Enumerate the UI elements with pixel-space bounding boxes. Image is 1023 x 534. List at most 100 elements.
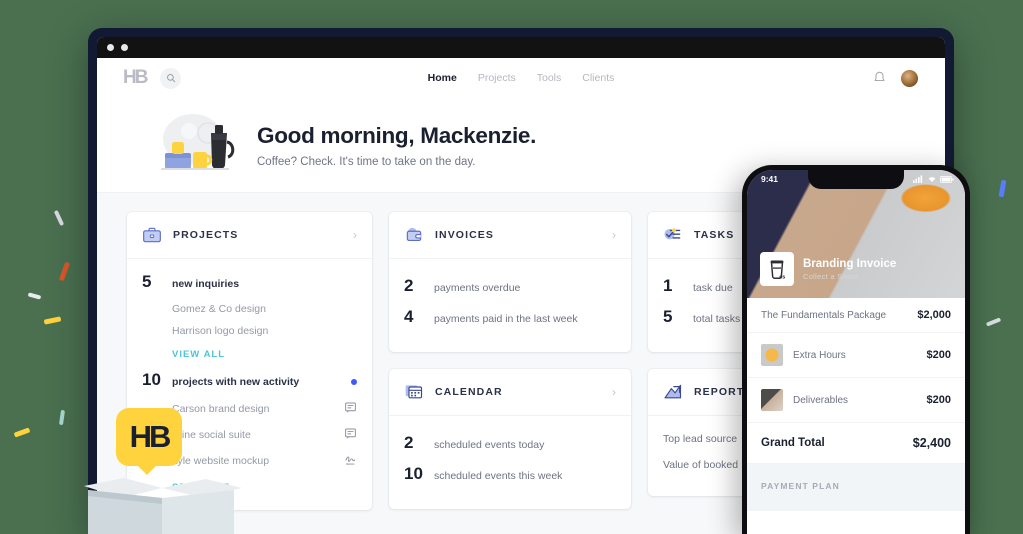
confetti-piece	[58, 261, 71, 282]
nav-item-projects[interactable]: Projects	[478, 72, 516, 84]
invoice-line-item[interactable]: Deliverables $200	[747, 378, 965, 423]
invoice-title-group: Branding Invoice Collect a Share	[803, 258, 896, 281]
stat-row: 4 payments paid in the last week	[404, 307, 616, 327]
stat-label: payments paid in the last week	[434, 313, 578, 325]
invoice-grand-total: Grand Total $2,400	[747, 423, 965, 464]
svg-text:cs: cs	[779, 275, 785, 280]
confetti-piece	[43, 316, 62, 325]
stat-value: 10	[142, 370, 161, 389]
stat-value: 2	[404, 276, 414, 295]
nav-item-home[interactable]: Home	[428, 72, 457, 84]
card-tasks-title: TASKS	[694, 229, 735, 241]
box-illustration: HB	[66, 408, 256, 534]
card-invoices-title: INVOICES	[435, 229, 494, 241]
invoice-subtitle: Collect a Share	[803, 271, 859, 281]
bell-icon[interactable]	[873, 71, 886, 85]
card-projects-header[interactable]: PROJECTS ›	[127, 212, 372, 259]
chat-bubble-icon[interactable]	[344, 401, 357, 417]
line-item-price: $2,000	[917, 309, 951, 321]
card-invoices: INVOICES › 2 payments overdue 4 payments…	[389, 212, 631, 352]
signature-icon[interactable]: x	[344, 453, 357, 469]
stat-label: Value of booked	[663, 459, 739, 471]
chevron-right-icon[interactable]: ›	[612, 386, 616, 398]
greeting-subtitle: Coffee? Check. It's time to take on the …	[257, 155, 476, 168]
card-calendar-title: CALENDAR	[435, 386, 503, 398]
stat-new-inquiries: 5 new inquiries	[142, 272, 357, 292]
phone-screen: 9:41 cs Branding Invoice Collect a Share…	[747, 170, 965, 534]
payment-plan-section-label: PAYMENT PLAN	[747, 464, 965, 511]
stat-value: 5	[142, 272, 152, 291]
line-item-name: Extra Hours	[793, 349, 846, 361]
confetti-piece	[53, 209, 65, 227]
invoice-header-badge: cs Branding Invoice Collect a Share	[760, 252, 896, 286]
line-item-name: Deliverables	[793, 394, 849, 406]
line-item-name: The Fundamentals Package	[761, 309, 887, 321]
stat-label: projects with new activity	[172, 376, 300, 388]
confetti-piece	[27, 292, 42, 300]
line-item-thumbnail	[761, 389, 783, 411]
card-invoices-header[interactable]: INVOICES ›	[389, 212, 631, 259]
line-item-thumbnail	[761, 344, 783, 366]
nav-item-tools[interactable]: Tools	[537, 72, 562, 84]
column-middle: INVOICES › 2 payments overdue 4 payments…	[389, 212, 631, 509]
browser-title-bar	[97, 37, 945, 58]
avatar[interactable]	[900, 68, 919, 88]
calendar-icon	[405, 385, 423, 399]
card-projects-title: PROJECTS	[173, 229, 239, 241]
chat-bubble-icon[interactable]	[344, 427, 357, 443]
grand-total-price: $2,400	[912, 436, 951, 450]
stat-label: total tasks	[693, 313, 741, 325]
project-name: Harrison logo design	[172, 325, 269, 337]
stat-value: 4	[404, 307, 414, 326]
card-calendar-body: 2 scheduled events today 10 scheduled ev…	[389, 416, 631, 509]
stat-label: new inquiries	[172, 278, 240, 290]
stat-value: 10	[404, 464, 423, 483]
activity-dot-indicator	[351, 379, 357, 385]
brand-logo[interactable]: HB	[123, 67, 148, 89]
status-bar-icons	[913, 175, 954, 183]
project-name: Gomez & Co design	[172, 303, 266, 315]
grand-total-label: Grand Total	[761, 437, 825, 449]
stat-row: 2 payments overdue	[404, 276, 616, 296]
confetti-piece	[985, 317, 1002, 327]
invoice-line-item[interactable]: The Fundamentals Package $2,000	[747, 298, 965, 333]
invoice-line-item[interactable]: Extra Hours $200	[747, 333, 965, 378]
phone-notch	[808, 170, 904, 189]
stat-label: scheduled events this week	[434, 470, 563, 482]
stat-label: Top lead source	[663, 433, 738, 445]
view-all-link[interactable]: VIEW ALL	[142, 342, 357, 370]
greeting-text-group: Good morning, Mackenzie. Coffee? Check. …	[257, 123, 536, 168]
window-dot	[121, 44, 128, 51]
stat-label: task due	[693, 282, 733, 294]
chevron-right-icon[interactable]: ›	[612, 229, 616, 241]
briefcase-icon	[143, 227, 161, 243]
app-navbar: HB Home Projects Tools Clients	[97, 58, 945, 98]
wallet-icon	[406, 227, 422, 241]
chevron-right-icon[interactable]: ›	[353, 229, 357, 241]
stat-value: 5	[663, 307, 673, 326]
confetti-piece	[998, 179, 1007, 198]
stat-new-activity: 10 projects with new activity	[142, 370, 357, 390]
checklist-icon	[664, 228, 681, 240]
nav-links: Home Projects Tools Clients	[97, 72, 945, 84]
status-bar-time: 9:41	[761, 174, 779, 184]
stat-row: 10 scheduled events this week	[404, 464, 616, 484]
confetti-piece	[58, 409, 66, 426]
stat-value: 1	[663, 276, 673, 295]
confetti-piece	[13, 427, 31, 438]
list-item[interactable]: Gomez & Co design	[142, 298, 357, 320]
invoice-hero-photo: 9:41 cs Branding Invoice Collect a Share	[747, 170, 965, 298]
stat-row: 2 scheduled events today	[404, 433, 616, 453]
list-item[interactable]: Harrison logo design	[142, 320, 357, 342]
nav-right-group	[873, 68, 919, 88]
coffee-cup-icon: cs	[760, 252, 794, 286]
card-invoices-body: 2 payments overdue 4 payments paid in th…	[389, 259, 631, 352]
line-item-price: $200	[926, 349, 951, 361]
nav-item-clients[interactable]: Clients	[582, 72, 614, 84]
invoice-title: Branding Invoice	[803, 257, 897, 270]
battery-icon	[940, 175, 954, 183]
wifi-icon	[928, 177, 936, 182]
search-button[interactable]	[160, 67, 182, 89]
card-calendar-header[interactable]: CALENDAR ›	[389, 369, 631, 416]
chart-icon	[664, 384, 682, 399]
